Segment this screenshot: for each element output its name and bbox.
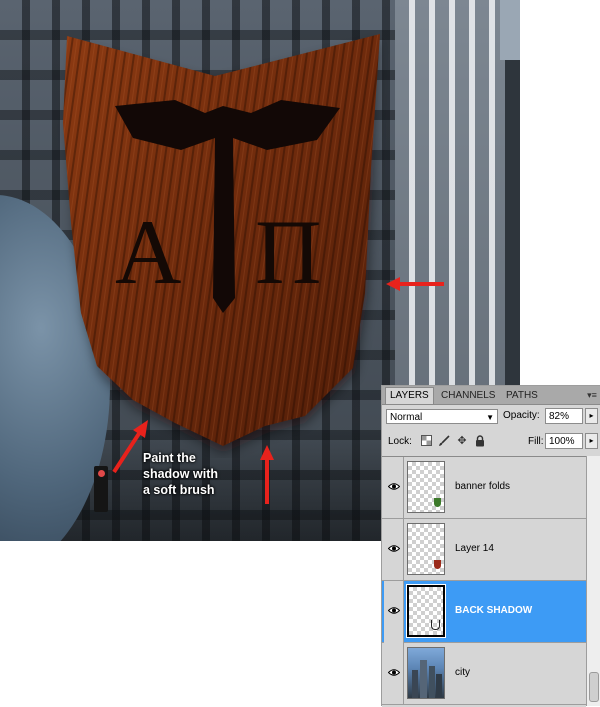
banner-letter-pi: Π bbox=[255, 201, 321, 303]
layer-visibility-toggle[interactable] bbox=[384, 519, 404, 581]
layer-row-banner-folds[interactable]: banner folds bbox=[382, 457, 586, 519]
tab-layers[interactable]: LAYERS bbox=[385, 387, 434, 404]
thumbnail-shape bbox=[434, 498, 441, 507]
layer-list: banner folds Layer 14 BACK SHADOW city bbox=[382, 456, 586, 707]
eye-icon bbox=[388, 483, 400, 490]
sky-strip bbox=[500, 0, 520, 60]
layer-thumbnail bbox=[406, 584, 446, 638]
layer-list-scrollbar[interactable] bbox=[586, 456, 600, 706]
layer-thumbnail bbox=[407, 461, 445, 513]
thumbnail-shape bbox=[434, 560, 441, 569]
banner-shield: A Π bbox=[63, 34, 380, 453]
arrow-up-annotation bbox=[260, 445, 274, 504]
layer-name: Layer 14 bbox=[455, 543, 494, 554]
annotation-line-2: shadow with bbox=[143, 467, 218, 481]
layer-thumbnail bbox=[407, 523, 445, 575]
blend-mode-select[interactable]: Normal ▼ bbox=[386, 409, 498, 424]
panel-tab-bar: LAYERS CHANNELS PATHS ▾≡ bbox=[382, 386, 600, 405]
chevron-down-icon: ▼ bbox=[486, 413, 494, 422]
layer-thumbnail-city bbox=[407, 647, 445, 699]
layers-panel: LAYERS CHANNELS PATHS ▾≡ Normal ▼ Opacit… bbox=[381, 385, 600, 707]
fill-label: Fill: bbox=[528, 436, 544, 447]
tab-channels[interactable]: CHANNELS bbox=[437, 388, 499, 404]
layer-visibility-toggle[interactable] bbox=[384, 643, 404, 705]
layer-name: banner folds bbox=[455, 481, 511, 492]
layer-name: city bbox=[455, 667, 470, 678]
lock-all-icon[interactable] bbox=[474, 435, 486, 447]
layer-row-layer-14[interactable]: Layer 14 bbox=[382, 519, 586, 581]
opacity-field[interactable]: 82% bbox=[545, 408, 583, 424]
thumbnail-shape bbox=[431, 620, 440, 630]
eye-icon bbox=[388, 545, 400, 552]
panel-menu-icon[interactable]: ▾≡ bbox=[585, 389, 599, 401]
fill-field[interactable]: 100% bbox=[545, 433, 583, 449]
lock-label: Lock: bbox=[388, 436, 412, 447]
annotation-line-3: a soft brush bbox=[143, 483, 215, 497]
scrollbar-thumb[interactable] bbox=[589, 672, 599, 702]
lock-row: Lock: ✥ Fill: 100% ▸ bbox=[382, 430, 600, 452]
lock-paint-icon[interactable] bbox=[438, 435, 450, 447]
city-thumbnail-image bbox=[412, 660, 442, 698]
lock-transparency-icon[interactable] bbox=[420, 435, 432, 447]
layer-visibility-toggle[interactable] bbox=[384, 581, 404, 643]
layer-row-city[interactable]: city bbox=[382, 643, 586, 705]
eye-icon bbox=[388, 607, 400, 614]
banner-letter-a: A bbox=[115, 201, 181, 303]
layer-name: BACK SHADOW bbox=[455, 605, 533, 616]
tab-paths[interactable]: PATHS bbox=[502, 388, 542, 404]
eye-icon bbox=[388, 669, 400, 676]
opacity-label: Opacity: bbox=[503, 410, 540, 421]
lock-move-icon[interactable]: ✥ bbox=[456, 435, 468, 447]
fill-stepper-button[interactable]: ▸ bbox=[585, 433, 598, 449]
traffic-light-red-lamp bbox=[98, 470, 105, 477]
annotation-line-1: Paint the bbox=[143, 451, 196, 465]
annotation-text: Paint the shadow with a soft brush bbox=[143, 450, 253, 498]
arrow-left-annotation bbox=[386, 277, 444, 291]
opacity-stepper-button[interactable]: ▸ bbox=[585, 408, 598, 424]
blend-mode-value: Normal bbox=[390, 412, 423, 423]
layer-visibility-toggle[interactable] bbox=[384, 457, 404, 519]
layer-row-back-shadow[interactable]: BACK SHADOW bbox=[382, 581, 586, 643]
